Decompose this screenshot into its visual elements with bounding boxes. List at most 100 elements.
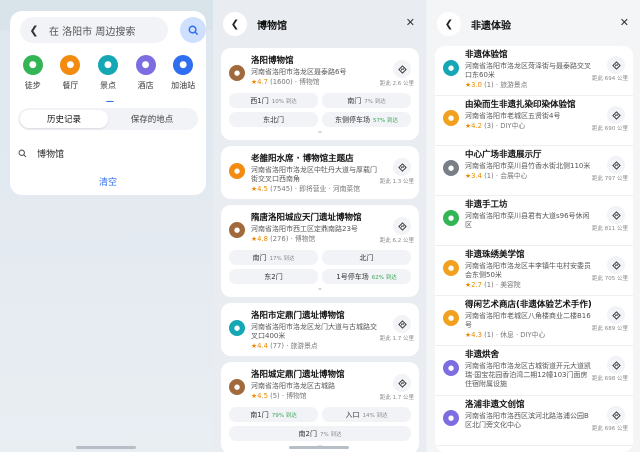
poi-meta-text: (3) · DIY中心: [484, 122, 526, 130]
list-item[interactable]: ● 中心广场非遗展示厅 河南省洛阳市栾川县竹香水街北侧110米 ★3.4 (1) · …: [435, 146, 633, 196]
directions-button[interactable]: [607, 156, 625, 174]
history-card: 历史记录 保存的地点 博物馆 清空: [10, 102, 206, 195]
directions-button[interactable]: [393, 374, 411, 392]
poi-meta: ★4.5 (5) · 博物馆: [251, 392, 379, 401]
tab-history[interactable]: 历史记录: [20, 110, 108, 128]
poi-title: 隋唐洛阳城应天门遗址博物馆: [251, 213, 362, 223]
entrance-arrival-rate: 7% 到达: [319, 431, 342, 438]
category-bar: ● 徒步 ● 餐厅 ● 景点 ● 酒店 ● 加油站: [10, 55, 206, 91]
entrance-arrival-rate: 14% 到达: [362, 412, 388, 419]
entrance-chip[interactable]: 东2门: [229, 269, 318, 284]
query-title: 博物馆: [257, 21, 287, 32]
list-item[interactable]: ● 由染而生非遗扎染印染体验馆 河南省洛阳市老城区五贤街4号 ★4.2 (3) · D…: [435, 96, 633, 146]
entrance-chip[interactable]: 入口 14% 到达: [322, 407, 411, 422]
entrance-chip[interactable]: 1号停车场 62% 到达: [322, 269, 411, 284]
directions-button[interactable]: [607, 406, 625, 424]
poi-category-icon: ●: [229, 65, 245, 81]
directions-button[interactable]: [393, 60, 411, 78]
back-arrow-icon[interactable]: ❮: [437, 12, 461, 36]
museum-results-panel: ❮ 博物馆 ✕ ● 洛阳博物馆 河南省洛阳市洛龙区聂泰路6号 ★4.7 (1600) …: [213, 0, 426, 452]
clear-history-button[interactable]: 清空: [10, 175, 206, 188]
directions-icon: [397, 221, 407, 231]
category-attraction[interactable]: ● 景点: [90, 55, 126, 91]
entrance-chip[interactable]: 南门 17% 到达: [229, 250, 318, 265]
directions-button[interactable]: [607, 106, 625, 124]
entrance-label: 1号停车场: [336, 272, 369, 281]
search-icon: [188, 25, 198, 35]
results-list[interactable]: ● 非遗体验馆 河南省洛阳市洛龙区菏泽街与聂泰路交叉口东60米 ★3.0 (1) · …: [435, 46, 633, 452]
search-input[interactable]: ❮ 在 洛阳市 周边搜索: [20, 17, 168, 43]
directions-button[interactable]: [607, 256, 625, 274]
poi-title: 非遗烘舍: [465, 350, 500, 360]
poi-title: 由染而生非遗扎染印染体验馆: [465, 100, 576, 110]
directions-icon: [611, 360, 621, 370]
close-icon[interactable]: ✕: [620, 16, 629, 29]
search-button[interactable]: [180, 17, 206, 43]
entrance-label: 东北门: [263, 115, 284, 124]
directions-button[interactable]: [393, 158, 411, 176]
home-indicator: [76, 446, 136, 449]
directions-button[interactable]: [393, 315, 411, 333]
list-item[interactable]: ● 得闲艺术商店(非遗体验艺术手作) 河南省洛阳市老城区八角楼商业二楼B16号 ★4.…: [435, 296, 633, 346]
category-label: 餐厅: [62, 81, 79, 90]
directions-button[interactable]: [393, 217, 411, 235]
result-card[interactable]: ● 洛阳城定鼎门遗址博物馆 河南省洛阳市洛龙区古城路 ★4.5 (5) · 博物馆 距此…: [221, 362, 419, 452]
directions-button[interactable]: [607, 56, 625, 74]
entrance-list: 南门 17% 到达 北门东2门 1号停车场 62% 到达: [229, 250, 411, 284]
poi-meta: ★3.0 (1) · 旅游景点: [465, 81, 593, 90]
entrance-chip[interactable]: 东北门: [229, 112, 318, 127]
poi-rating: ★4.7: [251, 78, 268, 86]
poi-title: 洛阳市定鼎门遗址博物馆: [251, 311, 345, 321]
entrance-label: 北门: [359, 253, 374, 262]
results-list[interactable]: ● 洛阳博物馆 河南省洛阳市洛龙区聂泰路6号 ★4.7 (1600) · 博物馆 距此 …: [221, 48, 419, 452]
entrance-chip[interactable]: 南1门 79% 到达: [229, 407, 318, 422]
history-item[interactable]: 博物馆: [18, 147, 64, 160]
directions-icon: [611, 410, 621, 420]
chevron-down-icon[interactable]: ⌄: [229, 284, 411, 292]
entrance-arrival-rate: 7% 到达: [364, 98, 386, 105]
entrance-chip[interactable]: 南2门 7% 到达: [229, 426, 411, 441]
entrance-chip[interactable]: 西1门 10% 到达: [229, 93, 318, 108]
entrance-list: 西1门 10% 到达 南门 7% 到达东北门 东侧停车场 57% 到达: [229, 93, 411, 127]
result-card[interactable]: ● 洛阳博物馆 河南省洛阳市洛龙区聂泰路6号 ★4.7 (1600) · 博物馆 距此 …: [221, 48, 419, 140]
poi-address: 河南省洛阳市洛龙区中牡丹大道与厚载门街交叉口西南角: [251, 166, 377, 183]
entrance-chip[interactable]: 东侧停车场 57% 到达: [322, 112, 411, 127]
camera-icon: ●: [97, 55, 118, 75]
list-item[interactable]: ● 非遗珠绣美学馆 河南省洛阳市洛龙区丰李镇牛屯村安委员会东侧50米 ★2.7 (1)…: [435, 246, 633, 296]
result-card[interactable]: ● 老雒阳水席 · 博物馆主题店 河南省洛阳市洛龙区中牡丹大道与厚载门街交叉口西南角…: [221, 146, 419, 199]
directions-button[interactable]: [607, 206, 625, 224]
chevron-down-icon[interactable]: ⌄: [229, 127, 411, 135]
list-item[interactable]: ● 非遗手工坊 河南省洛阳市栾川县君有大道s96号休闲区 距此 811 公里: [435, 196, 633, 246]
back-arrow-icon[interactable]: ❮: [223, 12, 247, 36]
poi-distance: 距此 811 公里: [592, 226, 628, 232]
poi-distance: 距此 1.7 公里: [379, 336, 414, 342]
poi-address: 河南省洛阳市栾川县竹香水街北侧110米: [465, 162, 591, 170]
entrance-chip[interactable]: 南门 7% 到达: [322, 93, 411, 108]
directions-icon: [397, 162, 407, 172]
result-card[interactable]: ● 洛阳市定鼎门遗址博物馆 河南省洛阳市洛龙区龙门大道与古城路交叉口400米 ★4.4…: [221, 303, 419, 356]
poi-title: 洛浦非遗文创馆: [465, 400, 525, 410]
category-hotel[interactable]: ● 酒店: [128, 55, 164, 91]
category-restaurant[interactable]: ● 餐厅: [52, 55, 88, 91]
poi-rating: ★2.7: [465, 281, 482, 289]
list-item[interactable]: ● 非遗体验馆 河南省洛阳市洛龙区菏泽街与聂泰路交叉口东60米 ★3.0 (1) · …: [435, 46, 633, 96]
result-card[interactable]: ● 隋唐洛阳城应天门遗址博物馆 河南省洛阳市西工区定鼎南路23号 ★4.8 (276)…: [221, 205, 419, 297]
list-item[interactable]: ● 非遗烘舍 河南省洛阳市洛龙区古城街道开元大道凯瑞·国宝花园香泊湾二期12幢103…: [435, 346, 633, 396]
poi-distance: 距此 696 公里: [592, 426, 628, 432]
category-gas-station[interactable]: ● 加油站: [165, 55, 201, 91]
directions-icon: [397, 64, 407, 74]
back-arrow-icon[interactable]: ❮: [23, 19, 45, 41]
entrance-chip[interactable]: 北门: [322, 250, 411, 265]
poi-body: 非遗烘舍 河南省洛阳市洛龙区古城街道开元大道凯瑞·国宝花园香泊湾二期12幢103门…: [465, 350, 625, 389]
category-walk[interactable]: ● 徒步: [15, 55, 51, 91]
poi-category-icon: ●: [229, 163, 245, 179]
poi-title: 洛阳城定鼎门遗址博物馆: [251, 370, 345, 380]
poi-meta-text: (1600) · 博物馆: [270, 78, 320, 86]
tab-saved-places[interactable]: 保存的地点: [108, 110, 196, 128]
poi-distance: 距此 1.3 公里: [379, 179, 414, 185]
directions-button[interactable]: [607, 356, 625, 374]
directions-button[interactable]: [607, 306, 625, 324]
close-icon[interactable]: ✕: [406, 16, 415, 29]
list-item[interactable]: ● 洛浦非遗文创馆 河南省洛阳市洛西区滨河北路洛浦公园B区北门旁文化中心 距此 696…: [435, 396, 633, 446]
entrance-arrival-rate: 10% 到达: [271, 98, 297, 105]
